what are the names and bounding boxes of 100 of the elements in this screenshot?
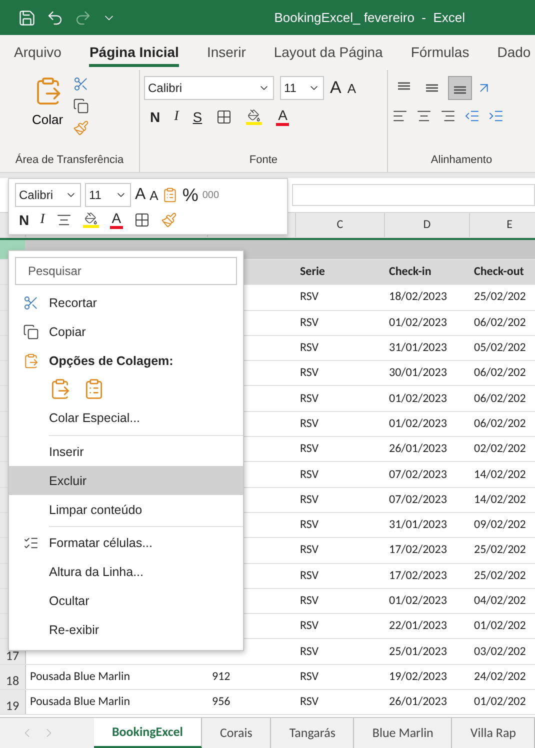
table-header: Check-in bbox=[388, 264, 432, 282]
table-cell: 14/02/202 bbox=[474, 468, 526, 482]
menu-item[interactable]: Inserir bbox=[9, 438, 243, 466]
borders-icon bbox=[134, 212, 150, 228]
table-cell: 05/02/202 bbox=[474, 341, 526, 356]
sheet-tab[interactable]: Blue Marlin bbox=[354, 718, 452, 748]
table-cell: Pousada Blue Marlin bbox=[30, 670, 130, 684]
column-header[interactable]: D bbox=[385, 213, 470, 237]
align-right-icon bbox=[440, 108, 456, 124]
menu-item[interactable]: Excluir bbox=[9, 466, 243, 496]
sheet-tab[interactable]: Corais bbox=[202, 718, 272, 748]
font-color-button[interactable]: A bbox=[110, 211, 124, 229]
menu-item[interactable]: Altura da Linha... bbox=[9, 558, 243, 586]
table-cell: RSV bbox=[300, 316, 319, 330]
table-cell: Pousada Blue Marlin bbox=[30, 695, 130, 710]
paste-label[interactable]: Colar bbox=[32, 112, 64, 127]
table-header: Serie bbox=[299, 264, 326, 282]
underline-button[interactable]: S bbox=[192, 109, 202, 125]
font-color-button[interactable]: A bbox=[276, 108, 290, 126]
font-field[interactable]: Calibri bbox=[144, 76, 274, 100]
table-cell: 07/02/2023 bbox=[389, 468, 447, 482]
paste-values-icon bbox=[83, 378, 105, 400]
table-cell: 01/02/2023 bbox=[389, 316, 447, 330]
menu-item[interactable]: Ocultar bbox=[9, 586, 243, 616]
formula-field[interactable] bbox=[292, 184, 535, 206]
table-cell: 01/02/202 bbox=[474, 695, 526, 710]
sheet-tab[interactable]: BookingExcel bbox=[94, 718, 202, 748]
table-cell: 26/01/2023 bbox=[389, 442, 447, 456]
table-cell: 25/02/202 bbox=[474, 543, 526, 558]
table-cell: 956 bbox=[212, 695, 230, 710]
vertical-align-button[interactable] bbox=[448, 76, 472, 100]
table-cell: 912 bbox=[212, 670, 230, 684]
grow-font-button[interactable]: A bbox=[330, 78, 342, 98]
search-field[interactable]: Pesquisar bbox=[15, 257, 237, 285]
table-cell: 06/02/202 bbox=[474, 392, 526, 406]
format-painter-icon bbox=[73, 120, 90, 136]
table-cell: 25/01/2023 bbox=[389, 644, 447, 659]
fill-color-icon bbox=[82, 212, 99, 228]
column-header[interactable]: C bbox=[296, 213, 385, 237]
table-cell: RSV bbox=[300, 568, 319, 583]
menu-item[interactable]: Formatar células... bbox=[9, 528, 243, 558]
table-cell: 31/01/2023 bbox=[389, 341, 447, 356]
table-cell: 09/02/202 bbox=[474, 518, 526, 532]
bold-button[interactable]: N bbox=[150, 109, 160, 125]
grow-font-button[interactable]: A bbox=[135, 186, 146, 204]
menu-item[interactable]: Copiar bbox=[9, 318, 243, 346]
table-cell: 17/02/2023 bbox=[389, 543, 447, 558]
thousands-button[interactable]: 000 bbox=[202, 190, 220, 200]
increase-indent-icon bbox=[488, 108, 504, 124]
borders-icon bbox=[216, 109, 232, 125]
table-cell: RSV bbox=[300, 392, 319, 406]
align-center-icon bbox=[56, 212, 72, 228]
table-cell: 01/02/2023 bbox=[389, 392, 447, 406]
percent-button[interactable]: % bbox=[182, 184, 198, 206]
redo-icon bbox=[74, 8, 92, 26]
table-cell: 25/02/202 bbox=[474, 568, 526, 583]
ribbon-tab[interactable]: Arquivo bbox=[14, 38, 62, 67]
menu-item[interactable]: Recortar bbox=[9, 288, 243, 318]
menu-item[interactable]: Colar Especial... bbox=[9, 404, 243, 433]
ribbon-tab[interactable]: Dado bbox=[497, 38, 531, 67]
table-cell: 02/02/202 bbox=[474, 442, 526, 456]
font-size-field[interactable]: 11 bbox=[280, 76, 324, 100]
table-cell: RSV bbox=[300, 670, 319, 684]
scissors-icon bbox=[73, 76, 90, 92]
table-cell: 31/01/2023 bbox=[389, 518, 447, 532]
sheet-tab[interactable]: Villa Rap bbox=[452, 718, 535, 748]
shrink-font-button[interactable]: A bbox=[347, 80, 356, 96]
undo-icon bbox=[46, 8, 64, 26]
table-cell: 14/02/202 bbox=[474, 492, 526, 507]
font-size-field[interactable]: 11 bbox=[85, 183, 131, 207]
menu-item[interactable]: Re-exibir bbox=[9, 615, 243, 644]
scissors-icon bbox=[23, 295, 39, 312]
table-cell: RSV bbox=[300, 468, 319, 482]
number-format-icon bbox=[162, 187, 178, 203]
decrease-indent-icon bbox=[464, 108, 480, 124]
font-field[interactable]: Calibri bbox=[15, 183, 81, 207]
search-placeholder[interactable]: Pesquisar bbox=[28, 264, 82, 278]
copy-icon bbox=[23, 324, 39, 340]
bold-button[interactable]: N bbox=[19, 212, 30, 228]
menu-item[interactable]: Limpar conteúdo bbox=[9, 495, 243, 524]
paste-formatting-icon bbox=[49, 378, 71, 400]
column-header[interactable]: E bbox=[470, 213, 535, 237]
table-cell: RSV bbox=[300, 290, 319, 304]
ribbon-tab[interactable]: Fórmulas bbox=[410, 38, 470, 67]
italic-button[interactable]: I bbox=[40, 212, 45, 228]
table-cell: 04/02/202 bbox=[474, 594, 526, 608]
table-cell: 06/02/202 bbox=[474, 316, 526, 330]
table-cell: RSV bbox=[300, 442, 319, 456]
sheet-tab[interactable]: Tangarás bbox=[271, 718, 354, 748]
table-cell: 03/02/202 bbox=[474, 644, 526, 659]
table-cell: 25/02/202 bbox=[474, 290, 526, 304]
italic-button[interactable]: I bbox=[174, 109, 179, 125]
table-cell: 01/02/202 bbox=[474, 619, 526, 634]
table-cell: RSV bbox=[300, 492, 319, 507]
ribbon-tab[interactable]: Inserir bbox=[206, 38, 246, 67]
format-painter-icon bbox=[161, 212, 178, 228]
ribbon-tab[interactable]: Página Inicial bbox=[89, 38, 179, 67]
ribbon-tab[interactable]: Layout da Página bbox=[274, 38, 383, 67]
table-cell: 26/01/2023 bbox=[389, 695, 447, 710]
shrink-font-button[interactable]: A bbox=[150, 188, 158, 202]
